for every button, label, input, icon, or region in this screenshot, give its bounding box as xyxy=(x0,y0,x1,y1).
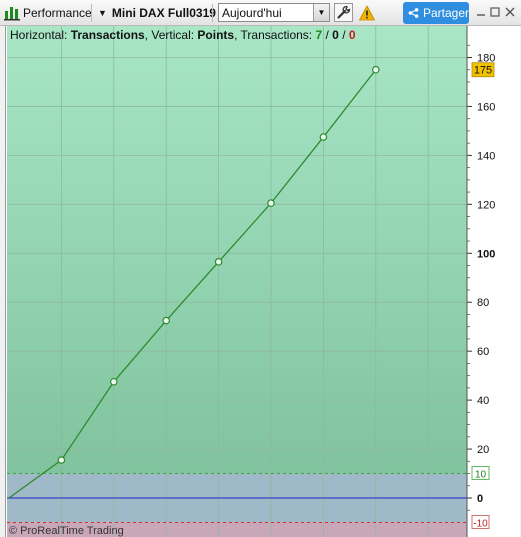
share-label: Partager xyxy=(422,6,469,20)
performance-menu[interactable]: Performance xyxy=(23,0,92,26)
y-tick-label: 20 xyxy=(477,444,489,456)
trade-point xyxy=(267,199,275,207)
close-icon[interactable] xyxy=(504,6,516,18)
profit-zone xyxy=(7,26,467,474)
y-tick-label: 0 xyxy=(477,493,483,505)
performance-chart-icon xyxy=(4,7,20,21)
vertical-value: Points xyxy=(197,28,235,42)
instrument-selector[interactable]: ▼ Mini DAX Full0319 xyxy=(98,0,216,26)
neutral-count: 0 xyxy=(332,28,339,42)
dropdown-caret-icon: ▼ xyxy=(98,8,107,18)
last-value-label: 175 xyxy=(474,65,492,77)
count-separator: / xyxy=(338,28,349,42)
y-tick-label: 60 xyxy=(477,346,489,358)
copyright-footer: © ProRealTime Trading xyxy=(9,525,124,537)
settings-button[interactable] xyxy=(334,3,353,22)
period-value: Aujourd'hui xyxy=(222,6,282,20)
warning-icon[interactable] xyxy=(359,5,375,21)
trade-point xyxy=(371,65,380,74)
share-icon xyxy=(408,8,419,18)
trade-point xyxy=(214,258,223,266)
losing-count: 0 xyxy=(348,28,356,42)
upper-threshold-label: 10 xyxy=(475,470,487,481)
chart-canvas[interactable]: 18016014012010080604020010-10175 xyxy=(6,26,520,537)
vertical-label: , Vertical: xyxy=(144,28,198,42)
chart-info-line: Horizontal: Transactions, Vertical: Poin… xyxy=(10,28,356,42)
y-tick-label: 120 xyxy=(477,199,495,211)
chevron-down-icon: ▼ xyxy=(317,8,326,17)
instrument-label: Mini DAX Full0319 xyxy=(111,6,216,20)
y-tick-label: 80 xyxy=(477,297,489,309)
toolbar-separator xyxy=(91,4,92,22)
share-button[interactable]: Partager xyxy=(403,2,469,24)
count-separator: / xyxy=(322,28,333,42)
maximize-icon[interactable] xyxy=(489,6,501,18)
performance-label: Performance xyxy=(23,6,92,20)
trade-point xyxy=(57,456,66,464)
toolbar-separator xyxy=(212,4,213,22)
minimize-icon[interactable] xyxy=(475,6,487,18)
period-dropdown-button[interactable]: ▼ xyxy=(313,4,329,21)
period-select[interactable]: Aujourd'hui ▼ xyxy=(218,3,330,22)
y-tick-label: 140 xyxy=(477,150,495,162)
y-tick-label: 100 xyxy=(477,248,495,260)
horizontal-label: Horizontal: xyxy=(10,28,71,42)
trade-point xyxy=(162,316,171,325)
wrench-icon xyxy=(337,5,351,19)
transactions-label: , Transactions: xyxy=(234,28,316,42)
y-tick-label: 40 xyxy=(477,395,489,407)
performance-chart[interactable]: 180 160 140 120 100 80 60 40 20 0 10 -10 175 Horizon… xyxy=(5,26,520,537)
y-tick-label: 160 xyxy=(477,101,495,113)
lower-threshold-label: -10 xyxy=(473,518,488,529)
toolbar: Performance ▼ Mini DAX Full0319 Aujourd'… xyxy=(0,0,521,26)
horizontal-value: Transactions xyxy=(70,28,145,42)
trade-point xyxy=(110,377,118,386)
trade-point xyxy=(319,133,328,141)
